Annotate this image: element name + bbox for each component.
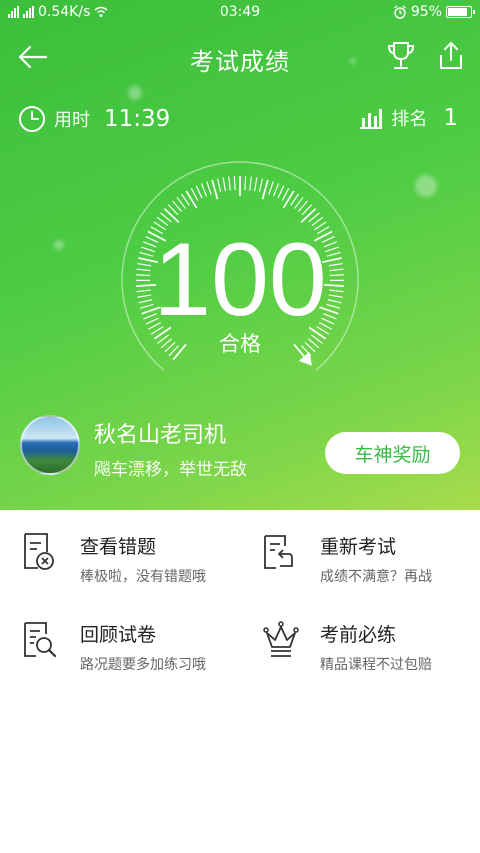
bokeh-light [128, 86, 142, 100]
gauge-tick [261, 179, 269, 200]
battery-icon [446, 6, 475, 18]
menu-item-retake-exam[interactable]: 重新考试 成绩不满意？再战 [262, 532, 480, 602]
gauge-tick [195, 185, 203, 199]
menu-item-review-paper[interactable]: 回顾试卷 路况题要多加练习哦 [22, 620, 252, 690]
menu-desc: 精品课程不过包赔 [320, 657, 432, 673]
menu-desc: 成绩不满意？再战 [320, 569, 432, 585]
gauge-tick [249, 176, 252, 191]
status-bar: 0.54K/s 03:49 95% [0, 0, 480, 26]
gauge-tick [222, 177, 226, 192]
share-icon[interactable] [436, 40, 466, 72]
bokeh-light [415, 175, 437, 197]
gauge-tick [281, 187, 290, 201]
gauge-tick [258, 178, 263, 193]
retake-exam-icon [264, 535, 293, 569]
alarm-icon [393, 5, 406, 19]
time-label: 用时 [54, 110, 90, 131]
gauge-tick [185, 190, 198, 209]
crown-icon [263, 621, 299, 657]
gauge-tick [272, 183, 280, 197]
gauge-tick [233, 176, 236, 191]
rank-label: 排名 [391, 109, 428, 130]
nav-bar: 考试成绩 [0, 28, 480, 84]
gauge-tick [277, 185, 285, 199]
user-name: 秋名山老司机 [94, 423, 227, 448]
gauge-tick [211, 179, 219, 200]
gauge-tick [190, 187, 199, 201]
bar-chart-icon [360, 109, 383, 129]
result-header: 0.54K/s 03:49 95% 考试成绩 用时 11:39 排名 1 100… [0, 0, 480, 510]
menu-desc: 棒极啦，没有错题哦 [80, 569, 206, 585]
gauge-tick [282, 190, 295, 209]
menu-desc: 路况题要多加练习哦 [80, 657, 206, 673]
review-paper-icon [24, 622, 57, 658]
score-value: 100 [153, 222, 327, 338]
gauge-tick [206, 181, 212, 195]
time-used: 用时 11:39 [18, 105, 170, 133]
gauge-tick [244, 176, 247, 191]
user-motto: 飚车漂移，举世无敌 [94, 460, 247, 480]
reward-button[interactable]: 车神奖励 [325, 432, 460, 474]
wrong-questions-icon [24, 533, 54, 570]
clock-icon [19, 106, 45, 132]
ranking[interactable]: 排名 1 [359, 105, 458, 131]
battery-level [448, 8, 467, 16]
gauge-tick [254, 177, 258, 192]
avatar[interactable] [20, 415, 80, 475]
pass-status: 合格 [219, 332, 261, 356]
gauge-tick [228, 176, 231, 191]
battery-percent: 95% [410, 4, 442, 20]
gauge-tick [163, 207, 180, 224]
menu-title: 回顾试卷 [80, 624, 157, 646]
gauge-tick [217, 178, 222, 193]
time-value: 11:39 [104, 106, 171, 132]
gauge-tick [300, 207, 317, 224]
rank-value: 1 [443, 105, 458, 131]
trophy-icon[interactable] [386, 40, 416, 72]
menu-item-wrong-questions[interactable]: 查看错题 棒极啦，没有错题哦 [22, 532, 252, 602]
menu-item-pre-exam-practice[interactable]: 考前必练 精品课程不过包赔 [262, 620, 480, 690]
gauge-tick [200, 183, 208, 197]
gauge-tick [268, 181, 274, 195]
menu-title: 重新考试 [320, 536, 397, 558]
menu-title: 查看错题 [80, 536, 157, 558]
menu-title: 考前必练 [320, 624, 397, 646]
